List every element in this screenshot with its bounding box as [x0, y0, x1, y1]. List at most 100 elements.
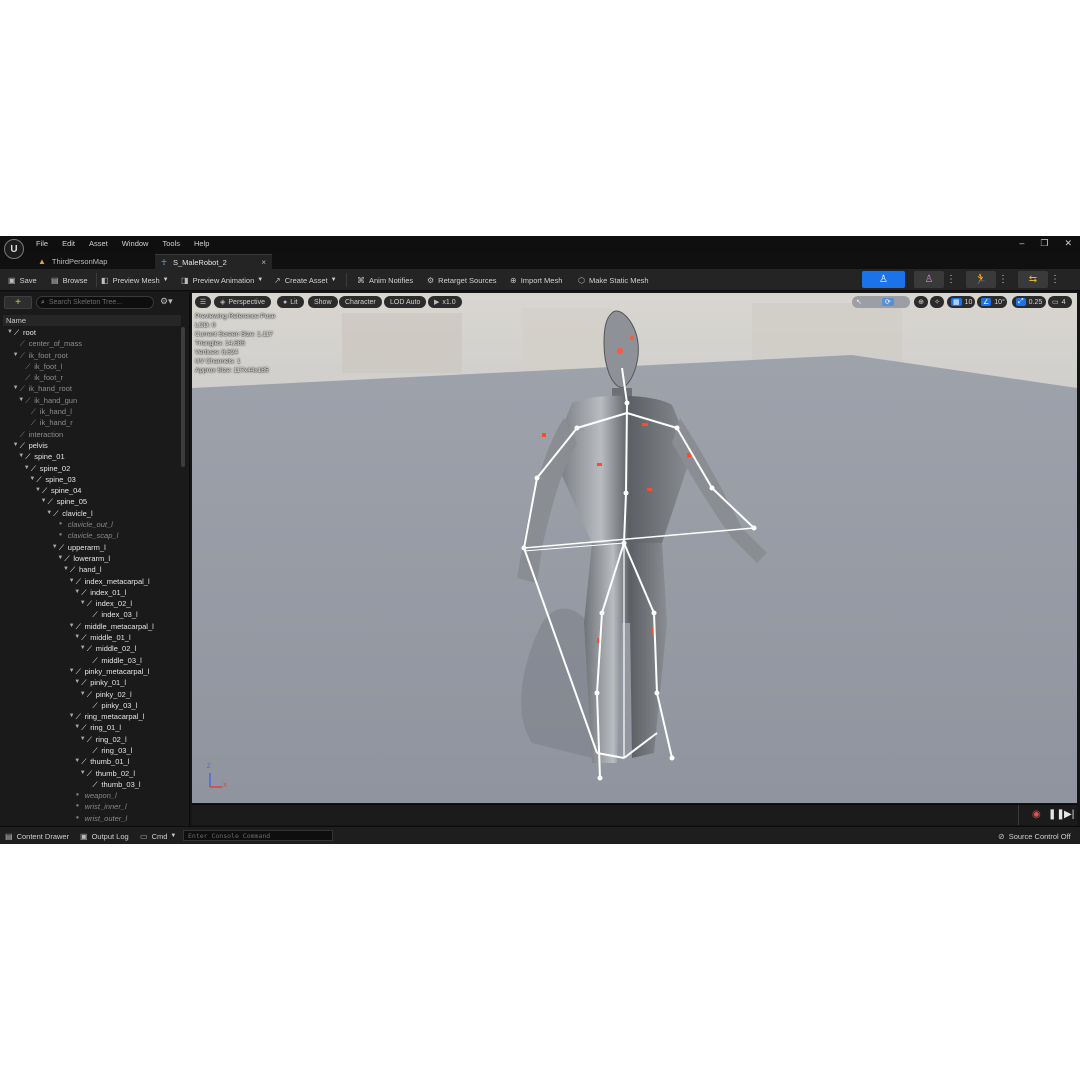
add-button[interactable]: +	[4, 296, 32, 309]
expand-arrow-icon[interactable]: ▼	[80, 689, 86, 700]
skeleton-mode-button[interactable]: ♙	[862, 271, 905, 288]
tree-row[interactable]: ⟋ center_of_mass	[3, 338, 181, 349]
tree-row[interactable]: ▼ ⟋ upperarm_l	[3, 542, 181, 553]
tree-row[interactable]: ● wrist_outer_l	[3, 813, 181, 824]
gear-icon[interactable]: ⚙▾	[160, 296, 173, 307]
perspective-button[interactable]: ◈ Perspective	[214, 296, 271, 308]
play-rate-button[interactable]: ▶ x1.0	[428, 296, 462, 308]
tab-thirdpersonmap[interactable]: ▲ ThirdPersonMap	[38, 254, 148, 269]
tree-row[interactable]: ⟋ pinky_03_l	[3, 700, 181, 711]
create-asset-dropdown[interactable]: ↗ Create Asset ▼	[274, 273, 337, 287]
tree-row[interactable]: ⟋ ik_foot_r	[3, 372, 181, 383]
expand-arrow-icon[interactable]: ▼	[80, 734, 86, 745]
tree-row[interactable]: ▼ ⟋ ring_02_l	[3, 734, 181, 745]
menu-edit[interactable]: Edit	[62, 239, 75, 248]
expand-arrow-icon[interactable]: ▼	[74, 632, 80, 643]
tree-row[interactable]: ▼ ⟋ thumb_01_l	[3, 756, 181, 767]
import-mesh-button[interactable]: ⊕ Import Mesh	[510, 273, 562, 287]
minimize-icon[interactable]: –	[1019, 238, 1024, 249]
more-options-icon[interactable]: ⋮	[997, 271, 1009, 288]
camera-speed-control[interactable]: ▭ 4	[1048, 296, 1072, 308]
expand-arrow-icon[interactable]: ▼	[74, 722, 80, 733]
cmd-dropdown[interactable]: ▭ Cmd ▼	[140, 830, 176, 842]
tree-row[interactable]: ▼ ⟋ ik_hand_root	[3, 383, 181, 394]
menu-asset[interactable]: Asset	[89, 239, 108, 248]
expand-arrow-icon[interactable]: ▼	[52, 542, 58, 553]
unreal-logo-icon[interactable]: U	[4, 239, 24, 259]
tree-row[interactable]: ▼ ⟋ ik_hand_gun	[3, 395, 181, 406]
expand-arrow-icon[interactable]: ▼	[63, 564, 69, 575]
expand-arrow-icon[interactable]: ▼	[18, 395, 24, 406]
tree-row[interactable]: ⟋ ik_hand_l	[3, 406, 181, 417]
expand-arrow-icon[interactable]: ▼	[13, 440, 19, 451]
expand-arrow-icon[interactable]: ▼	[80, 768, 86, 779]
lod-button[interactable]: LOD Auto	[384, 296, 427, 308]
expand-arrow-icon[interactable]: ▼	[7, 327, 13, 338]
tree-row[interactable]: ▼ ⟋ lowerarm_l	[3, 553, 181, 564]
tree-row[interactable]: ▼ ⟋ middle_02_l	[3, 643, 181, 654]
close-icon[interactable]: ✕	[1064, 238, 1072, 249]
scale-snap-control[interactable]: ⤢ 0.25	[1012, 296, 1046, 308]
restore-icon[interactable]: ❐	[1040, 238, 1048, 249]
tree-scrollbar[interactable]	[181, 327, 185, 467]
step-forward-icon[interactable]: ▶|	[1064, 809, 1074, 820]
anim-notifies-button[interactable]: ⌘ Anim Notifies	[357, 273, 413, 287]
source-control-button[interactable]: ⊘ Source Control Off	[998, 830, 1071, 842]
expand-arrow-icon[interactable]: ▼	[13, 383, 19, 394]
expand-arrow-icon[interactable]: ▼	[41, 496, 47, 507]
tree-row[interactable]: ▼ ⟋ spine_05	[3, 496, 181, 507]
grid-snap-control[interactable]: ▦ 10	[947, 296, 975, 308]
expand-arrow-icon[interactable]: ▼	[13, 350, 19, 361]
tree-row[interactable]: ⟋ ik_hand_r	[3, 417, 181, 428]
tree-row[interactable]: ● weapon_l	[3, 790, 181, 801]
tree-row[interactable]: ▼ ⟋ pelvis	[3, 440, 181, 451]
tree-row[interactable]: ● wrist_inner_l	[3, 801, 181, 812]
tree-row[interactable]: ▼ ⟋ ik_foot_root	[3, 350, 181, 361]
more-options-icon[interactable]: ⋮	[945, 271, 957, 288]
retarget-sources-button[interactable]: ⚙ Retarget Sources	[427, 273, 497, 287]
make-static-mesh-button[interactable]: ⬡ Make Static Mesh	[578, 273, 649, 287]
tree-row[interactable]: ⟋ ik_foot_l	[3, 361, 181, 372]
browse-button[interactable]: ▤ Browse	[51, 273, 88, 287]
expand-arrow-icon[interactable]: ▼	[80, 643, 86, 654]
preview-mesh-dropdown[interactable]: ◧ Preview Mesh ▼	[101, 273, 169, 287]
expand-arrow-icon[interactable]: ▼	[46, 508, 52, 519]
expand-arrow-icon[interactable]: ▼	[74, 587, 80, 598]
tree-row[interactable]: ▼ ⟋ ring_metacarpal_l	[3, 711, 181, 722]
tree-row[interactable]: ● clavicle_out_l	[3, 519, 181, 530]
animation-mode-button[interactable]: 🏃	[966, 271, 996, 288]
tree-row[interactable]: ⟋ interaction	[3, 429, 181, 440]
tree-row[interactable]: ▼ ⟋ root	[3, 327, 181, 338]
expand-arrow-icon[interactable]: ▼	[35, 485, 41, 496]
expand-arrow-icon[interactable]: ▼	[74, 677, 80, 688]
tree-row[interactable]: ▼ ⟋ ring_01_l	[3, 722, 181, 733]
lit-button[interactable]: ● Lit	[277, 296, 304, 308]
tree-row[interactable]: ▼ ⟋ thumb_02_l	[3, 768, 181, 779]
preview-viewport[interactable]: ☰ ◈ Perspective ● Lit Show Character LOD A…	[192, 293, 1077, 803]
expand-arrow-icon[interactable]: ▼	[29, 474, 35, 485]
tree-row[interactable]: ⟋ ring_03_l	[3, 745, 181, 756]
more-options-icon[interactable]: ⋮	[1049, 271, 1061, 288]
show-button[interactable]: Show	[308, 296, 338, 308]
tree-row[interactable]: ▼ ⟋ spine_01	[3, 451, 181, 462]
tree-row[interactable]: ▼ ⟋ spine_04	[3, 485, 181, 496]
pause-icon[interactable]: ❚❚	[1048, 809, 1065, 820]
tree-row[interactable]: ▼ ⟋ index_02_l	[3, 598, 181, 609]
search-input[interactable]: ⌕ Search Skeleton Tree...	[36, 296, 154, 309]
save-button[interactable]: ▣ Save	[8, 273, 37, 287]
expand-arrow-icon[interactable]: ▼	[69, 576, 75, 587]
tree-row[interactable]: ▼ ⟋ spine_03	[3, 474, 181, 485]
tree-row[interactable]: ▼ ⟋ index_metacarpal_l	[3, 576, 181, 587]
record-icon[interactable]: ◉	[1032, 809, 1041, 820]
world-local-toggle[interactable]: ⊕	[914, 296, 928, 308]
expand-arrow-icon[interactable]: ▼	[69, 621, 75, 632]
tree-row[interactable]: ▼ ⟋ hand_l	[3, 564, 181, 575]
expand-arrow-icon[interactable]: ▼	[24, 463, 30, 474]
tree-row[interactable]: ▼ ⟋ middle_01_l	[3, 632, 181, 643]
tree-row[interactable]: ⟋ middle_03_l	[3, 655, 181, 666]
viewport-menu-button[interactable]: ☰	[195, 296, 211, 308]
output-log-button[interactable]: ▣ Output Log	[80, 830, 129, 842]
tree-row[interactable]: ▼ ⟋ middle_metacarpal_l	[3, 621, 181, 632]
tree-row[interactable]: ▼ ⟋ clavicle_l	[3, 508, 181, 519]
menu-tools[interactable]: Tools	[162, 239, 180, 248]
